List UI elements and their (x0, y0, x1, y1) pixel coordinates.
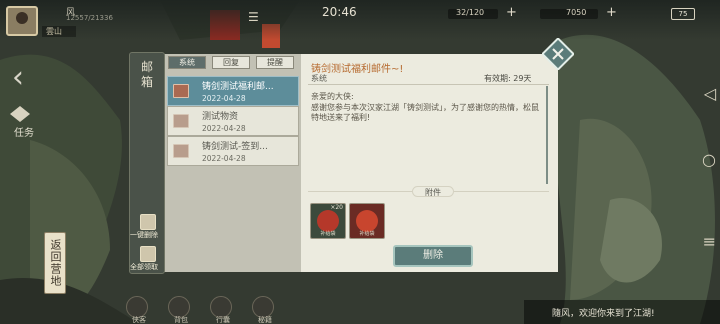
battery-indicator: 75 (671, 8, 695, 20)
delete-all-button[interactable] (140, 214, 156, 230)
attachments-label: 附件 (412, 186, 454, 197)
claim-all-label: 全部领取 (130, 263, 158, 271)
back-arrow-icon[interactable]: ‹ (12, 60, 24, 95)
bottom-nav: 侠客 背包 行囊 秘籍 (126, 296, 274, 324)
mail-body-scrollbar[interactable] (546, 86, 548, 184)
wifi-icon: ☰ (248, 10, 259, 24)
nav-label-hero: 侠客 (132, 316, 146, 324)
attachment-name: 补给袋 (320, 231, 336, 237)
pack-icon[interactable]: 行囊 (210, 296, 232, 324)
player-avatar[interactable] (6, 6, 38, 36)
mail-body[interactable]: 亲爱的大侠: 感谢您参与本次汉家江湖「铸剑测试」，为了感谢您的热情，松鼠特地送来… (311, 92, 541, 124)
mail-item-date: 2022-04-28 (202, 124, 246, 133)
hero-icon[interactable]: 侠客 (126, 296, 148, 324)
task-label[interactable]: 任务 (14, 124, 34, 139)
close-icon[interactable] (542, 38, 574, 70)
player-location: 雲山 (42, 26, 76, 37)
attachment-count: ×20 (330, 204, 343, 211)
mail-title: 邮箱 (140, 60, 153, 89)
mail-envelope-icon (173, 144, 189, 158)
bag-icon[interactable]: 背包 (168, 296, 190, 324)
tab-system[interactable]: 系统 (168, 56, 206, 69)
attachment-name: 补给袋 (359, 231, 375, 237)
mail-list-item[interactable]: 测试物资 2022-04-28 (167, 106, 299, 136)
chat-message[interactable]: 隨风，欢迎你来到了江湖! (524, 300, 720, 324)
mail-expiry: 有效期: 29天 (484, 74, 532, 83)
nav-home-icon[interactable]: ○ (702, 150, 716, 169)
mail-list-item[interactable]: 铸剑测试-签到... 2022-04-28 (167, 136, 299, 166)
nav-label-bag: 背包 (174, 316, 188, 324)
attachment-item[interactable]: 补给袋 (349, 203, 385, 239)
mail-envelope-icon (173, 114, 189, 128)
nav-label-pack: 行囊 (216, 316, 230, 324)
supply-bag-icon (356, 210, 378, 232)
nav-menu-icon[interactable]: ≡ (703, 232, 716, 251)
mail-sender: 系统 (311, 74, 327, 83)
mail-item-date: 2022-04-28 (202, 94, 246, 103)
add-coin-icon[interactable]: + (606, 5, 617, 20)
mail-greeting: 亲爱的大侠: (311, 92, 354, 101)
supply-bag-icon (317, 210, 339, 232)
manual-icon[interactable]: 秘籍 (252, 296, 274, 324)
stamina-value: 32/120 (456, 8, 485, 17)
add-stamina-icon[interactable]: + (506, 5, 517, 20)
claim-all-button[interactable] (140, 246, 156, 262)
mail-body-text: 感谢您参与本次汉家江湖「铸剑测试」，为了感谢您的热情，松鼠特地送来了福利! (311, 102, 539, 123)
tab-reply[interactable]: 回复 (212, 56, 250, 69)
nav-back-icon[interactable]: ◁ (704, 84, 716, 103)
return-camp-button[interactable]: 返回营地 (44, 232, 66, 294)
attachment-item[interactable]: ×20 补给袋 (310, 203, 346, 239)
mail-item-title: 铸剑测试福利邮... (202, 82, 274, 92)
clock: 20:46 (322, 5, 357, 19)
player-id: 12557/21336 (66, 14, 113, 22)
mail-envelope-icon (173, 84, 189, 98)
tab-reminder[interactable]: 提醒 (256, 56, 294, 69)
mail-item-title: 测试物资 (202, 112, 239, 122)
mail-item-title: 铸剑测试-签到... (202, 142, 268, 152)
mail-item-date: 2022-04-28 (202, 154, 246, 163)
nav-label-manual: 秘籍 (258, 316, 272, 324)
mail-list-item[interactable]: 铸剑测试福利邮... 2022-04-28 (167, 76, 299, 106)
delete-button[interactable]: 删除 (393, 245, 473, 267)
delete-all-label: 一键删除 (130, 231, 158, 239)
divider (308, 84, 549, 85)
coin-value: 7050 (566, 8, 587, 17)
task-icon[interactable] (8, 104, 32, 124)
mail-detail-panel (301, 54, 558, 272)
